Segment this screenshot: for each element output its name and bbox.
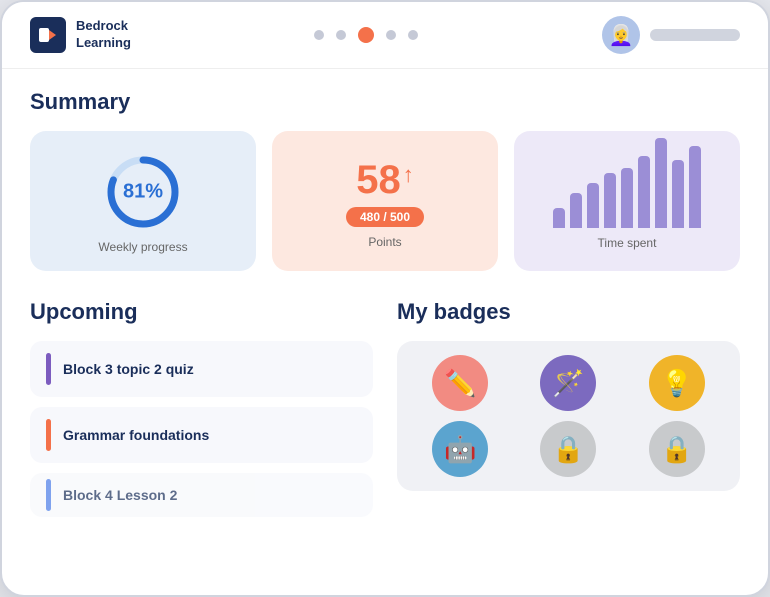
nav-dot-3[interactable]: [358, 27, 374, 43]
badge-locked-1: 🔒: [540, 421, 596, 477]
nav-dots: [314, 27, 418, 43]
badge-robot[interactable]: 🤖: [432, 421, 488, 477]
logo-text: Bedrock Learning: [76, 18, 131, 52]
points-value: 58 ↑: [356, 158, 414, 203]
upcoming-item-1[interactable]: Block 3 topic 2 quiz: [30, 341, 373, 397]
progress-label: Weekly progress: [98, 240, 187, 254]
summary-section: Summary 81% Weekly progress: [30, 89, 740, 271]
accent-bar-1: [46, 353, 51, 385]
badge-locked-2: 🔒: [649, 421, 705, 477]
logo-icon: [30, 17, 66, 53]
bar-1: [553, 208, 565, 228]
nav-dot-2[interactable]: [336, 30, 346, 40]
accent-bar-2: [46, 419, 51, 451]
points-card: 58 ↑ 480 / 500 Points: [272, 131, 498, 271]
nav-dot-1[interactable]: [314, 30, 324, 40]
accent-bar-3: [46, 479, 51, 511]
bar-5: [621, 168, 633, 228]
badges-section: My badges ✏️ 🪄 💡 🤖 🔒 🔒: [397, 299, 740, 517]
badges-container: ✏️ 🪄 💡 🤖 🔒 🔒: [397, 341, 740, 491]
username-bar: [650, 29, 740, 41]
avatar[interactable]: 👩‍🦳: [602, 16, 640, 54]
bar-chart: [553, 156, 701, 228]
badges-title: My badges: [397, 299, 740, 325]
bar-2: [570, 193, 582, 228]
bar-3: [587, 183, 599, 228]
summary-cards: 81% Weekly progress 58 ↑ 480 / 500 Point…: [30, 131, 740, 271]
bottom-row: Upcoming Block 3 topic 2 quiz Grammar fo…: [30, 299, 740, 517]
points-arrow: ↑: [403, 162, 414, 188]
upcoming-item-2[interactable]: Grammar foundations: [30, 407, 373, 463]
bar-6: [638, 156, 650, 228]
badge-box[interactable]: 💡: [649, 355, 705, 411]
app-frame: Bedrock Learning 👩‍🦳 Summary: [0, 0, 770, 597]
upcoming-list: Block 3 topic 2 quiz Grammar foundations…: [30, 341, 373, 517]
main-content: Summary 81% Weekly progress: [2, 69, 768, 595]
upcoming-section: Upcoming Block 3 topic 2 quiz Grammar fo…: [30, 299, 373, 517]
nav-dot-4[interactable]: [386, 30, 396, 40]
user-area: 👩‍🦳: [602, 16, 740, 54]
points-label: Points: [368, 235, 401, 249]
progress-card: 81% Weekly progress: [30, 131, 256, 271]
bar-4: [604, 173, 616, 228]
progress-circle: 81%: [103, 152, 183, 232]
bar-9: [689, 146, 701, 228]
upcoming-item-3[interactable]: Block 4 Lesson 2: [30, 473, 373, 517]
nav-dot-5[interactable]: [408, 30, 418, 40]
header: Bedrock Learning 👩‍🦳: [2, 2, 768, 69]
summary-title: Summary: [30, 89, 740, 115]
progress-value: 81%: [123, 181, 163, 204]
badge-wand[interactable]: 🪄: [540, 355, 596, 411]
badge-pencil[interactable]: ✏️: [432, 355, 488, 411]
time-label: Time spent: [598, 236, 657, 250]
upcoming-title: Upcoming: [30, 299, 373, 325]
time-card: Time spent: [514, 131, 740, 271]
logo-area: Bedrock Learning: [30, 17, 131, 53]
bar-8: [672, 160, 684, 228]
badges-grid: ✏️ 🪄 💡 🤖 🔒 🔒: [411, 355, 726, 477]
bar-7: [655, 138, 667, 228]
points-badge: 480 / 500: [346, 207, 424, 227]
